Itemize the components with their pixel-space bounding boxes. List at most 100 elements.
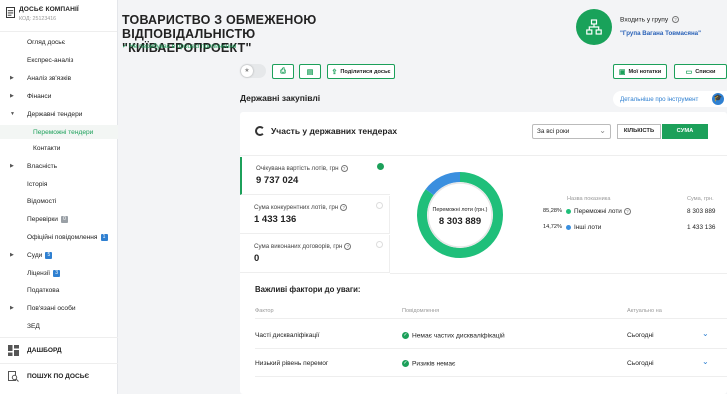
metric-competitive[interactable]: Сума конкурентних лотів, грн? 1 433 136 [240,196,390,234]
sidebar-item-label: Аналіз зв'язків [27,74,72,82]
caret-right-icon: ▶ [10,252,14,258]
company-status: ✓ Не перебуває в процесі припинення [122,43,237,50]
factors-header-message: Повідомлення [402,308,440,314]
sidebar-item-label: Пов'язані особи [27,304,76,312]
sidebar-item[interactable]: ▶ Аналіз зв'язків [0,71,118,85]
spinner-icon [255,126,265,136]
metric-expected[interactable]: Очікувана вартість лотів, грн? 9 737 024 [240,157,390,195]
sidebar-item[interactable]: ▶ Суди 5 [0,248,118,262]
factor-name: Часті дискваліфікації [255,332,320,339]
print-button[interactable]: ⎙ [272,64,294,79]
donut-chart [417,172,503,258]
expand-chevron-icon[interactable]: ⌄ [702,357,709,366]
factor-name: Низький рівень перемог [255,360,329,367]
dashboard-icon [8,345,19,356]
help-icon[interactable]: ? [340,165,348,172]
factor-message: ✓ Немає частих дискваліфікацій [402,332,505,340]
sidebar-item[interactable]: Офіційні повідомлення 1 [0,230,118,244]
sidebar-item[interactable]: Відомості [0,194,118,208]
legend-header-sum: Сума, грн. [687,196,714,202]
export-icon: ▤ [306,68,314,76]
factors-title: Важливі фактори до уваги: [255,285,361,294]
star-icon: ★ [241,65,253,77]
sidebar-item[interactable]: Перевірки 0 [0,212,118,226]
donut-value: 8 303 889 [438,216,482,227]
graduation-cap-icon: 🎓 [712,93,724,105]
sidebar-item-label: Податкова [27,286,60,294]
help-icon[interactable]: ? [672,16,680,23]
sidebar-item-label: Суди [27,251,43,259]
sidebar-item-label: Перевірки [27,215,58,223]
print-icon: ⎙ [280,67,286,75]
help-icon[interactable]: ? [340,204,348,211]
sidebar-item[interactable]: Огляд досьє [0,35,118,49]
sidebar-item[interactable]: Переможні тендери [0,125,118,139]
sum-toggle[interactable]: СУМА [662,124,708,139]
radio-icon [377,163,384,170]
legend-item[interactable]: Переможні лоти? [566,208,631,215]
sidebar-item[interactable]: Історія [0,177,118,191]
donut-label: Переможні лоти (грн.) [432,207,488,213]
period-select[interactable]: За всі роки ⌄ [532,124,611,139]
sidebar-item-label: Державні тендери [27,110,83,118]
detail-link[interactable]: Детальніше про інструмент 🎓 [613,91,727,107]
sidebar-item-label: Власність [27,162,58,170]
group-link[interactable]: "Група Вагана Товмасяна" [620,30,701,37]
help-icon[interactable]: ? [623,208,631,215]
legend-item[interactable]: Інші лоти [566,224,601,231]
dashboard-link[interactable]: ДАШБОРД [0,337,118,363]
share-icon: ⇪ [331,68,338,76]
factor-date: Сьогодні [627,360,654,367]
sidebar-item-label: Офіційні повідомлення [27,233,98,241]
sidebar-item[interactable]: ▶ Пов'язані особи [0,301,118,315]
dashboard-label: ДАШБОРД [27,347,62,354]
section-title: Державні закупівлі [240,93,321,103]
share-button[interactable]: ⇪ Поділитися досьє [327,64,395,79]
sidebar-item[interactable]: ЗЕД [0,319,118,333]
help-icon[interactable]: ? [344,243,352,250]
sidebar-item[interactable]: Контакти [0,141,118,155]
sidebar-item[interactable]: Ліцензії 3 [0,266,118,280]
sidebar-item-label: Історія [27,180,48,188]
count-badge: 3 [53,269,61,277]
count-badge: 1 [100,233,108,241]
dossier-icon [6,7,15,18]
dossier-search-link[interactable]: ПОШУК ПО ДОСЬЄ [0,363,118,389]
factors-header-factor: Фактор [255,308,274,314]
favorite-toggle[interactable]: ★ [240,64,266,78]
notes-button[interactable]: ▣ Мої нотатки [613,64,667,79]
check-circle-icon: ✓ [402,332,409,339]
caret-right-icon: ▶ [10,75,14,81]
legend-percent: 14,72% [543,224,562,230]
sidebar-header: ДОСЬЄ КОМПАНІЇ КОД: 25123416 [0,0,117,32]
expand-chevron-icon[interactable]: ⌄ [702,329,709,338]
sidebar-item-label: ЗЕД [27,322,40,330]
sidebar-item[interactable]: ▼ Державні тендери [0,107,118,121]
group-label: Входить у групу ? [620,16,680,23]
folder-icon: ▭ [685,68,693,76]
search-document-icon [8,371,19,382]
factor-date: Сьогодні [627,332,654,339]
export-button[interactable]: ▤ [299,64,321,79]
sidebar-item[interactable]: ▶ Фінанси [0,89,118,103]
tenders-title: Участь у державних тендерах [255,126,397,136]
sidebar-item[interactable]: Експрес-аналіз [0,53,118,67]
legend-header-name: Назва показника [567,196,611,202]
count-badge: 0 [60,215,68,223]
radio-icon [376,202,383,209]
company-code: КОД: 25123416 [19,16,57,22]
caret-right-icon: ▶ [10,93,14,99]
sidebar-item-label: Огляд досьє [27,38,66,46]
count-toggle[interactable]: КІЛЬКІСТЬ [617,124,661,139]
sidebar: ДОСЬЄ КОМПАНІЇ КОД: 25123416 Огляд досьє… [0,0,118,394]
sidebar-item-label: Фінанси [27,92,52,100]
factors-header-actual: Актуально на [627,308,662,314]
sidebar-item[interactable]: Податкова [0,283,118,297]
radio-icon [376,241,383,248]
check-circle-icon: ✓ [402,360,409,367]
metric-completed[interactable]: Сума виконаних договорів, грн? 0 [240,235,390,273]
tenders-card: Участь у державних тендерах За всі роки ⌄… [240,112,727,394]
lists-button[interactable]: ▭ Списки [674,64,727,79]
sidebar-item[interactable]: ▶ Власність [0,159,118,173]
sidebar-item-label: Переможні тендери [33,128,94,136]
